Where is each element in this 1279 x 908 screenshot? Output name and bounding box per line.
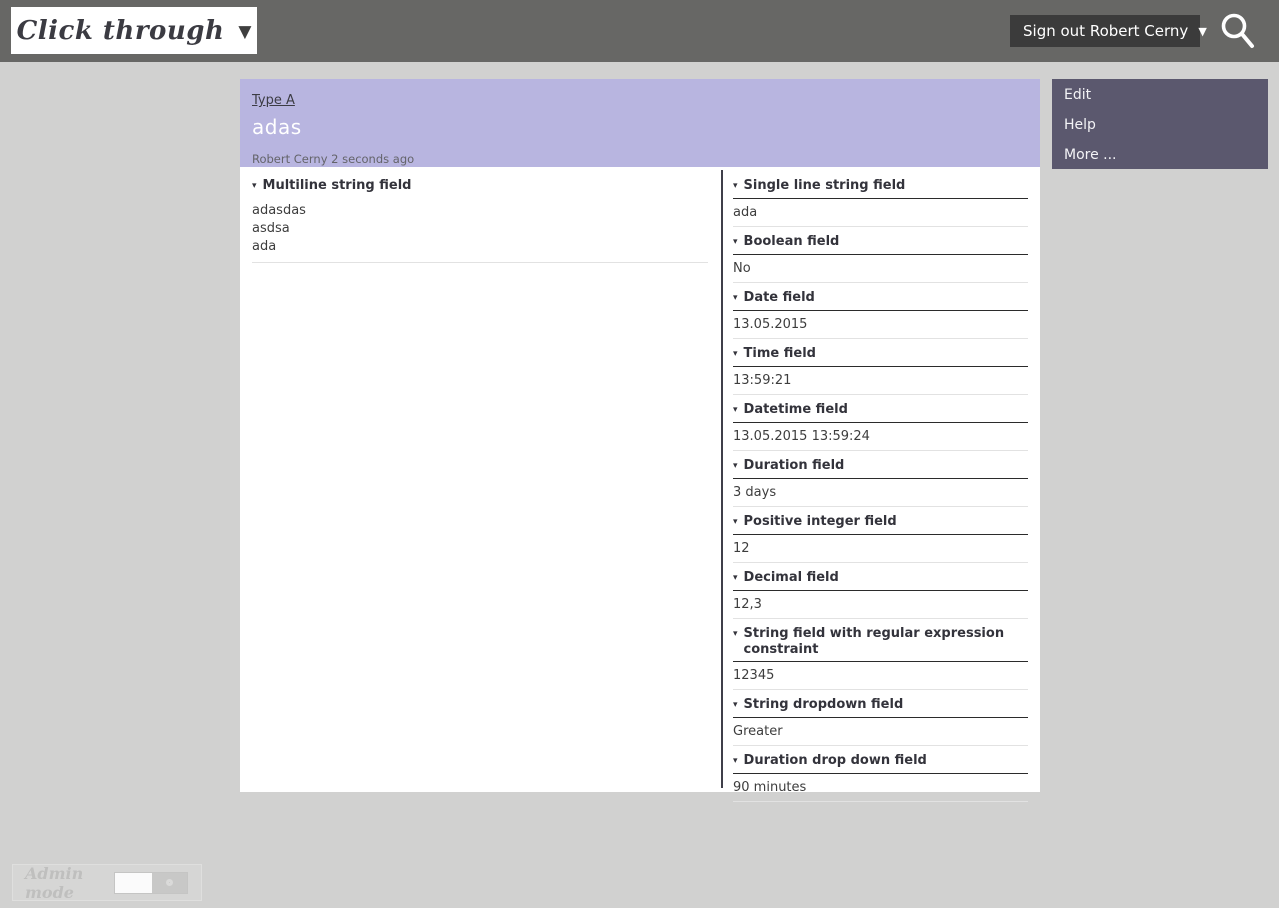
admin-mode-label: Admin mode [13,864,114,902]
app-logo-text: Click through [17,16,225,46]
collapse-triangle-icon: ▾ [733,570,744,586]
field-value-decimal-field: 12,3 [733,591,1028,619]
search-icon [1214,8,1260,54]
field-value-datetime-field: 13.05.2015 13:59:24 [733,423,1028,451]
app-logo-dropdown[interactable]: Click through ▼ [11,7,257,54]
field-single-line-string-field: ▾Single line string fieldada [733,178,1028,227]
field-value-date-field: 13.05.2015 [733,311,1028,339]
field-label-text: Positive integer field [744,514,897,530]
field-value-duration-field: 3 days [733,479,1028,507]
field-header-multiline-string-field[interactable]: ▾Multiline string field [252,178,708,195]
field-label-text: Multiline string field [263,178,412,194]
collapse-triangle-icon: ▾ [733,178,744,194]
action-menu: EditHelpMore ... [1052,79,1268,169]
record-header: Type A adas Robert Cerny 2 seconds ago [240,79,1040,167]
field-value-single-line-string-field: ada [733,199,1028,227]
sign-out-button[interactable]: Sign out Robert Cerny ▼ [1010,15,1200,47]
collapse-triangle-icon: ▾ [733,402,744,418]
field-header-string-dropdown-field[interactable]: ▾String dropdown field [733,697,1028,718]
field-header-time-field[interactable]: ▾Time field [733,346,1028,367]
toggle-off-segment [115,873,152,893]
fields-column-left: ▾Multiline string field adasdas asdsa ada [252,178,708,270]
collapse-triangle-icon: ▾ [733,626,744,642]
field-value-boolean-field: No [733,255,1028,283]
field-value-positive-integer-field: 12 [733,535,1028,563]
field-string-dropdown-field: ▾String dropdown fieldGreater [733,697,1028,746]
field-header-string-field-with-regular-expression-constraint[interactable]: ▾String field with regular expression co… [733,626,1028,662]
field-duration-drop-down-field: ▾Duration drop down field90 minutes [733,753,1028,802]
field-header-duration-drop-down-field[interactable]: ▾Duration drop down field [733,753,1028,774]
field-label-text: String dropdown field [744,697,904,713]
field-header-single-line-string-field[interactable]: ▾Single line string field [733,178,1028,199]
record-meta: Robert Cerny 2 seconds ago [252,152,1028,166]
field-label-text: Boolean field [744,234,840,250]
collapse-triangle-icon: ▾ [733,697,744,713]
field-time-field: ▾Time field13:59:21 [733,346,1028,395]
chevron-down-icon: ▼ [238,19,251,42]
admin-mode-toggle[interactable] [114,872,188,894]
sign-out-label: Sign out Robert Cerny [1023,22,1188,40]
record-content: ▾Multiline string fieldadasdas asdsa ada… [240,167,1040,792]
field-value-string-field-with-regular-expression-constraint: 12345 [733,662,1028,690]
field-value-duration-drop-down-field: 90 minutes [733,774,1028,802]
field-label-text: Time field [744,346,816,362]
collapse-triangle-icon: ▾ [733,346,744,362]
admin-mode-widget: Admin mode [12,864,202,901]
field-label-text: Duration drop down field [744,753,927,769]
menu-item-more[interactable]: More ... [1052,141,1268,171]
field-datetime-field: ▾Datetime field13.05.2015 13:59:24 [733,402,1028,451]
field-label-text: Decimal field [744,570,839,586]
field-positive-integer-field: ▾Positive integer field12 [733,514,1028,563]
field-value-string-dropdown-field: Greater [733,718,1028,746]
column-divider [721,170,723,788]
field-header-datetime-field[interactable]: ▾Datetime field [733,402,1028,423]
menu-item-help[interactable]: Help [1052,111,1268,141]
collapse-triangle-icon: ▾ [733,290,744,306]
field-label-text: Date field [744,290,815,306]
field-boolean-field: ▾Boolean fieldNo [733,234,1028,283]
field-string-field-with-regular-expression-constraint: ▾String field with regular expression co… [733,626,1028,690]
field-date-field: ▾Date field13.05.2015 [733,290,1028,339]
field-label-text: Duration field [744,458,845,474]
field-decimal-field: ▾Decimal field12,3 [733,570,1028,619]
top-bar: Click through ▼ Sign out Robert Cerny ▼ [0,0,1279,62]
fields-column-right: ▾Single line string fieldada▾Boolean fie… [733,178,1028,809]
field-multiline-string-field: ▾Multiline string field adasdas asdsa ada [252,178,708,263]
menu-item-edit[interactable]: Edit [1052,81,1268,111]
collapse-triangle-icon: ▾ [733,458,744,474]
field-duration-field: ▾Duration field3 days [733,458,1028,507]
field-header-date-field[interactable]: ▾Date field [733,290,1028,311]
record-title: adas [252,115,1028,139]
search-button[interactable] [1214,8,1260,54]
chevron-down-icon: ▼ [1188,25,1206,38]
record-type-link[interactable]: Type A [252,93,295,108]
field-header-decimal-field[interactable]: ▾Decimal field [733,570,1028,591]
collapse-triangle-icon: ▾ [252,178,263,194]
toggle-knob-icon [166,879,173,886]
collapse-triangle-icon: ▾ [733,514,744,530]
field-label-text: String field with regular expression con… [744,626,1028,658]
field-value-multiline-string-field: adasdas asdsa ada [252,202,708,263]
field-label-text: Datetime field [744,402,848,418]
field-header-positive-integer-field[interactable]: ▾Positive integer field [733,514,1028,535]
field-value-time-field: 13:59:21 [733,367,1028,395]
collapse-triangle-icon: ▾ [733,234,744,250]
field-label-text: Single line string field [744,178,906,194]
field-header-boolean-field[interactable]: ▾Boolean field [733,234,1028,255]
field-header-duration-field[interactable]: ▾Duration field [733,458,1028,479]
collapse-triangle-icon: ▾ [733,753,744,769]
toggle-on-segment [152,873,187,893]
